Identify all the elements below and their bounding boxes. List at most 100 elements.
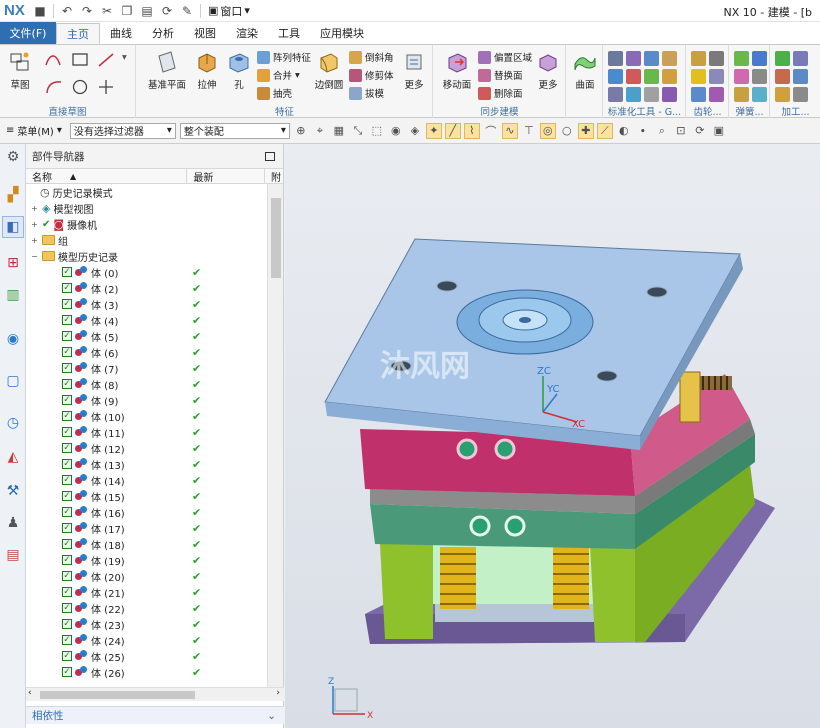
tab-home[interactable]: 主页	[56, 23, 100, 44]
maximize-icon[interactable]	[265, 151, 275, 161]
snap-spline-icon[interactable]: ∿	[501, 122, 518, 139]
visibility-checkbox[interactable]: ✓	[62, 459, 72, 469]
selection-scope-dropdown[interactable]: 整个装配 ▾	[179, 122, 290, 139]
rotate-icon[interactable]: ⟳	[692, 123, 708, 139]
cut-icon[interactable]: ✂	[97, 2, 117, 20]
point-icon[interactable]	[96, 78, 118, 99]
gear-icon[interactable]	[709, 87, 724, 102]
socket-head-screw[interactable]	[436, 280, 458, 292]
visibility-checkbox[interactable]: ✓	[62, 267, 72, 277]
snap-tangent-icon[interactable]: ⊤	[521, 123, 537, 139]
standard-tool-icon[interactable]	[608, 51, 623, 66]
copy-icon[interactable]: ❐	[117, 2, 137, 20]
visibility-checkbox[interactable]: ✓	[62, 395, 72, 405]
tree-node-body[interactable]: ✓ 体 (4) ✔	[26, 312, 266, 328]
vertical-scrollbar[interactable]	[267, 184, 283, 687]
snap-arc-icon[interactable]: ⌒	[483, 123, 499, 139]
rectangle-icon[interactable]	[70, 51, 92, 72]
view-triad[interactable]: Z X	[328, 677, 373, 721]
tree-node-body[interactable]: ✓ 体 (25) ✔	[26, 648, 266, 664]
tree-node-history-mode[interactable]: ◷ 历史记录模式	[26, 184, 266, 200]
horizontal-scrollbar[interactable]: ‹ ›	[26, 687, 284, 701]
tree-node-body[interactable]: ✓ 体 (15) ✔	[26, 488, 266, 504]
expand-icon[interactable]: +	[30, 236, 39, 245]
visibility-checkbox[interactable]: ✓	[62, 507, 72, 517]
web-browser-icon[interactable]: ◉	[2, 328, 24, 350]
surface-button[interactable]: 曲面	[567, 49, 603, 91]
delete-face-button[interactable]: 删除面	[478, 85, 523, 101]
side-spring[interactable]	[700, 376, 732, 390]
spacer-block-right-front[interactable]	[590, 544, 635, 642]
tab-applications[interactable]: 应用模块	[310, 22, 374, 44]
body-filter-icon[interactable]: ◉	[388, 123, 404, 139]
sketch-button[interactable]: 草图	[2, 49, 38, 91]
tree-node-body[interactable]: ✓ 体 (16) ✔	[26, 504, 266, 520]
redo-icon[interactable]: ↷	[77, 2, 97, 20]
manufacturing-wizard-icon[interactable]: ⚒	[2, 480, 24, 502]
standard-tool-icon[interactable]	[662, 51, 677, 66]
tree-node-body[interactable]: ✓ 体 (0) ✔	[26, 264, 266, 280]
tree-node-body[interactable]: ✓ 体 (10) ✔	[26, 408, 266, 424]
tree-node-body[interactable]: ✓ 体 (22) ✔	[26, 600, 266, 616]
gear-icon[interactable]	[691, 69, 706, 84]
standard-tool-icon[interactable]	[626, 69, 641, 84]
visibility-checkbox[interactable]: ✓	[62, 427, 72, 437]
system-materials-icon[interactable]: ▤	[2, 544, 24, 566]
render-style-icon[interactable]: ▣	[711, 123, 727, 139]
snap-endpoint-icon[interactable]: ✦	[425, 122, 442, 139]
reuse-library-icon[interactable]: ⊞	[2, 252, 24, 274]
column-header-name[interactable]: 名称 ▲	[26, 168, 188, 184]
machining-icon[interactable]	[793, 69, 808, 84]
gear-icon[interactable]	[691, 87, 706, 102]
tree-node-body[interactable]: ✓ 体 (17) ✔	[26, 520, 266, 536]
scroll-left-icon[interactable]: ‹	[28, 688, 32, 698]
tab-analysis[interactable]: 分析	[142, 22, 184, 44]
visibility-checkbox[interactable]: ✓	[62, 619, 72, 629]
unite-button[interactable]: 合并 ▾	[257, 67, 300, 83]
snap-intersection-icon[interactable]: ✚	[577, 122, 594, 139]
line-icon[interactable]	[96, 51, 118, 72]
tree-node-model-views[interactable]: + ◈ 模型视图	[26, 200, 266, 216]
snap-midpoint-icon[interactable]: ⟋	[596, 122, 613, 139]
move-face-button[interactable]: 移动面	[436, 49, 478, 91]
tree-node-body[interactable]: ✓ 体 (14) ✔	[26, 472, 266, 488]
tree-node-body[interactable]: ✓ 体 (11) ✔	[26, 424, 266, 440]
machining-icon[interactable]	[775, 51, 790, 66]
visibility-checkbox[interactable]: ✓	[62, 331, 72, 341]
spring-icon[interactable]	[734, 69, 749, 84]
visibility-checkbox[interactable]: ✓	[62, 571, 72, 581]
face-filter-icon[interactable]: ◈	[407, 123, 423, 139]
repeat-command-icon[interactable]: ⟳	[157, 2, 177, 20]
clock-icon[interactable]: ◷	[2, 412, 24, 434]
snap-center-icon[interactable]: ◎	[539, 122, 556, 139]
shell-button[interactable]: 抽壳	[257, 85, 292, 101]
visibility-checkbox[interactable]: ✓	[62, 635, 72, 645]
column-header-latest[interactable]: 最新	[187, 168, 266, 184]
collapse-icon[interactable]: −	[30, 252, 39, 261]
visibility-checkbox[interactable]: ✓	[62, 587, 72, 597]
tree-node-body[interactable]: ✓ 体 (24) ✔	[26, 632, 266, 648]
machining-icon[interactable]	[793, 51, 808, 66]
visibility-checkbox[interactable]: ✓	[62, 523, 72, 533]
gear-icon[interactable]	[709, 51, 724, 66]
tree-node-model-history[interactable]: − 模型历史记录	[26, 248, 266, 264]
spacer-block-left[interactable]	[380, 544, 433, 639]
select-all-icon[interactable]: ▦	[331, 123, 347, 139]
snap-curve-icon[interactable]: ⌇	[463, 122, 480, 139]
zoom-icon[interactable]: ⊡	[673, 123, 689, 139]
visibility-checkbox[interactable]: ✓	[62, 555, 72, 565]
process-studio-icon[interactable]: ◭	[2, 446, 24, 468]
graphics-window[interactable]: ZC YC XC 沐风网 Z X	[285, 144, 820, 728]
standard-tool-icon[interactable]	[644, 87, 659, 102]
roles-icon[interactable]: ♟	[2, 512, 24, 534]
spring-icon[interactable]	[752, 87, 767, 102]
tab-curve[interactable]: 曲线	[100, 22, 142, 44]
pattern-feature-button[interactable]: 阵列特征	[257, 49, 311, 65]
visibility-checkbox[interactable]: ✓	[62, 315, 72, 325]
paste-icon[interactable]: ▤	[137, 2, 157, 20]
sync-more-button[interactable]: 更多	[532, 49, 564, 91]
tree-node-body[interactable]: ✓ 体 (18) ✔	[26, 536, 266, 552]
selection-intent-icon[interactable]: ⌖	[312, 123, 328, 139]
tree-node-body[interactable]: ✓ 体 (8) ✔	[26, 376, 266, 392]
visibility-checkbox[interactable]: ✓	[62, 491, 72, 501]
